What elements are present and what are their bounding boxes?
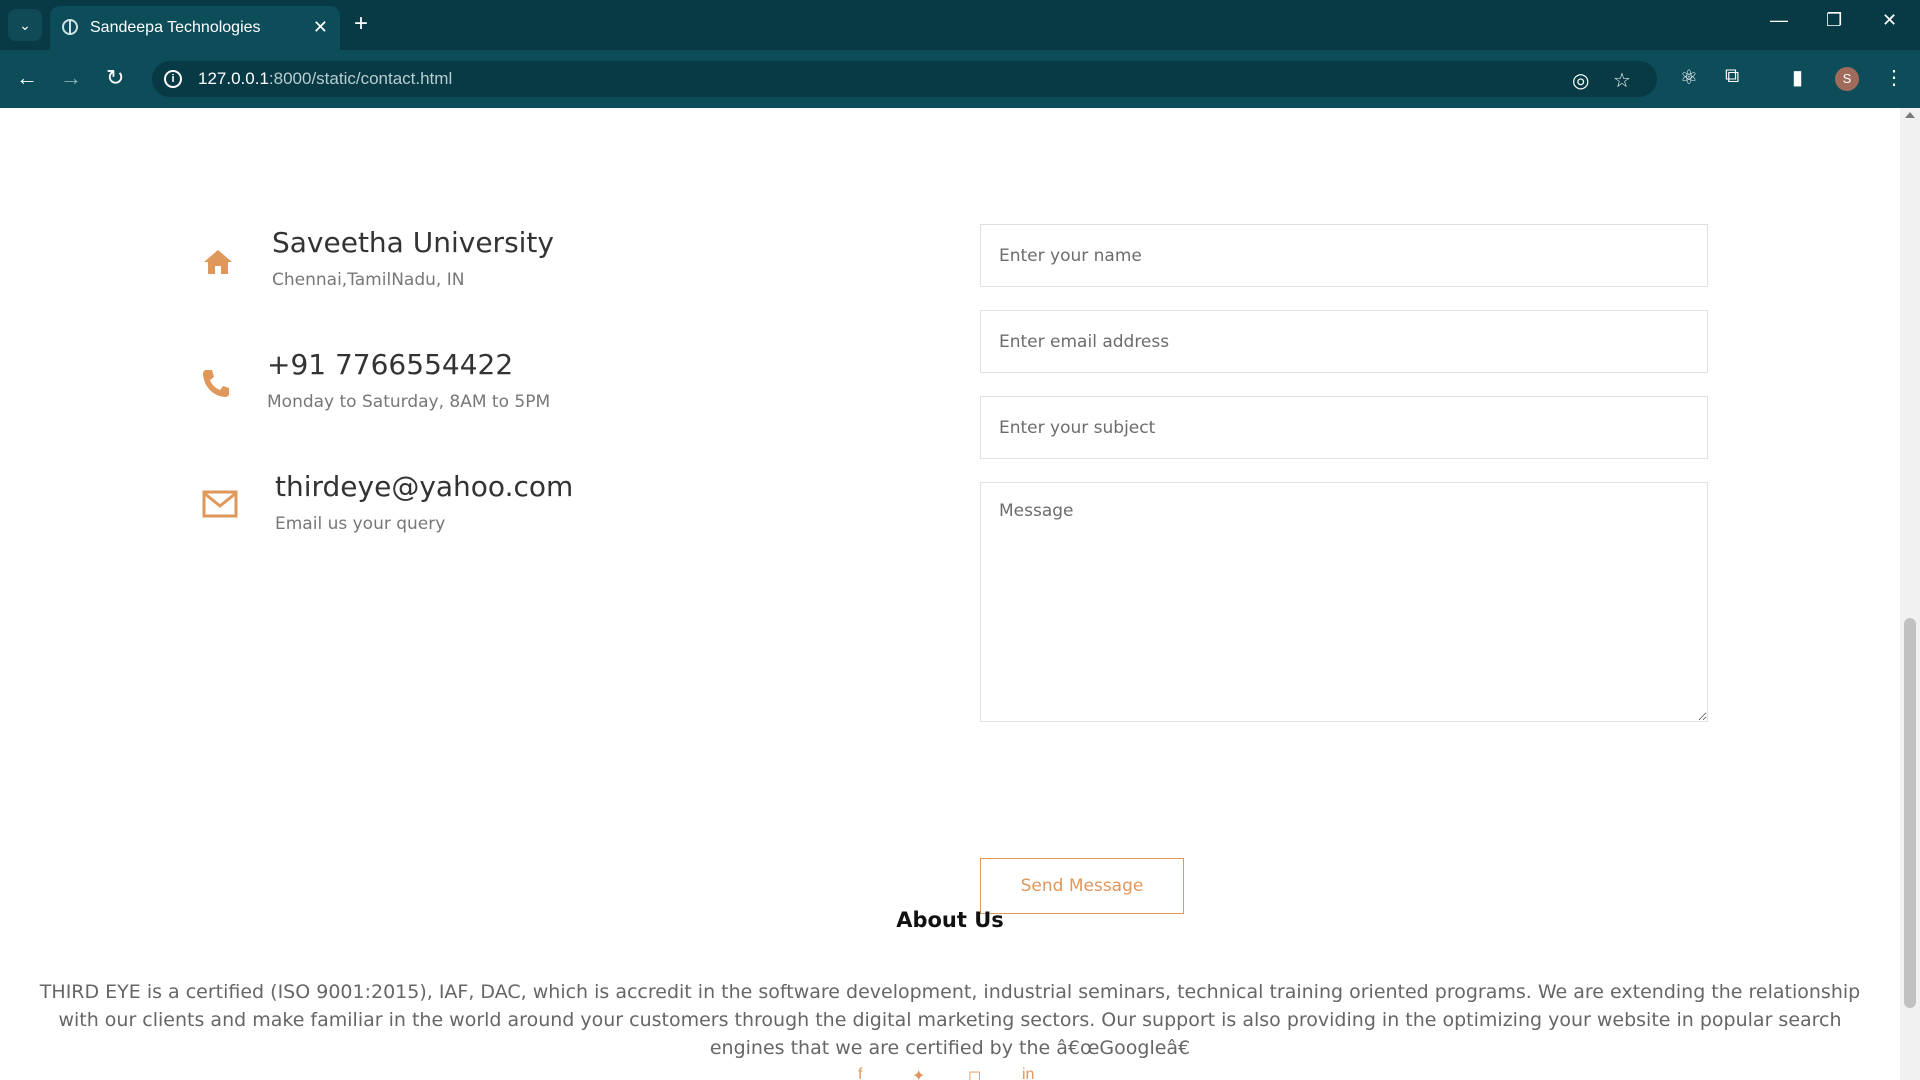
bookmark-star-icon[interactable]: ☆ (1613, 68, 1631, 93)
home-icon (204, 250, 232, 274)
scrollbar-thumb[interactable] (1904, 618, 1916, 1008)
message-textarea[interactable] (981, 483, 1707, 721)
subject-field[interactable] (980, 396, 1708, 459)
active-tab[interactable]: Sandeepa Technologies ✕ (50, 6, 340, 50)
address-title: Saveetha University (272, 226, 554, 259)
scroll-up-arrow-icon[interactable] (1905, 112, 1915, 118)
url-host: 127.0.0.1 (198, 69, 269, 88)
phone-subtitle: Monday to Saturday, 8AM to 5PM (267, 392, 551, 412)
extensions-puzzle-icon[interactable]: ⧉ (1725, 65, 1739, 88)
address-subtitle: Chennai,TamilNadu, IN (272, 270, 465, 290)
name-input[interactable] (981, 225, 1707, 286)
about-text: THIRD EYE is a certified (ISO 9001:2015)… (39, 981, 1861, 1059)
facebook-icon[interactable]: f (858, 1066, 862, 1080)
instagram-icon[interactable]: ◻ (968, 1066, 981, 1080)
send-message-button[interactable]: Send Message (980, 858, 1184, 914)
email-subtitle: Email us your query (275, 514, 446, 534)
restore-icon[interactable]: ❐ (1826, 10, 1842, 31)
message-field[interactable] (980, 482, 1708, 722)
subject-input[interactable] (981, 397, 1707, 458)
mail-icon (202, 490, 238, 518)
profile-avatar[interactable]: S (1835, 67, 1859, 91)
address-bar[interactable]: i 127.0.0.1:8000/static/contact.html ◎ ☆ (152, 61, 1657, 97)
tab-strip: ⌄ Sandeepa Technologies ✕ + — ❐ ✕ (0, 0, 1920, 50)
contact-page: Saveetha University Chennai,TamilNadu, I… (0, 108, 1900, 1080)
forward-button[interactable]: → (60, 66, 82, 90)
linkedin-icon[interactable]: in (1022, 1066, 1034, 1080)
tab-close-icon[interactable]: ✕ (313, 17, 328, 38)
about-title: About Us (896, 908, 1004, 932)
minimize-icon[interactable]: — (1770, 10, 1788, 31)
phone-icon (203, 370, 229, 397)
url-path: :8000/static/contact.html (268, 69, 453, 88)
new-tab-button[interactable]: + (354, 10, 368, 38)
reload-button[interactable]: ↻ (106, 66, 124, 90)
email-input[interactable] (981, 311, 1707, 372)
back-button[interactable]: ← (16, 66, 38, 90)
extension-atom-icon[interactable]: ⚛ (1680, 65, 1698, 90)
menu-kebab-icon[interactable]: ⋮ (1884, 65, 1904, 90)
email-field[interactable] (980, 310, 1708, 373)
name-field[interactable] (980, 224, 1708, 287)
globe-icon (62, 19, 78, 35)
email-title: thirdeye@yahoo.com (275, 470, 574, 503)
side-panel-icon[interactable]: ▮ (1792, 65, 1803, 90)
window-close-icon[interactable]: ✕ (1882, 10, 1897, 31)
page-scrollbar[interactable] (1900, 108, 1920, 1080)
tab-search-button[interactable]: ⌄ (8, 9, 42, 41)
tab-title: Sandeepa Technologies (90, 19, 261, 36)
twitter-icon[interactable]: ✦ (912, 1066, 925, 1080)
browser-toolbar: ← → ↻ i 127.0.0.1:8000/static/contact.ht… (0, 50, 1920, 108)
phone-title: +91 7766554422 (267, 348, 514, 381)
url-text[interactable]: 127.0.0.1:8000/static/contact.html (198, 69, 452, 89)
eye-off-icon[interactable]: ◎ (1572, 68, 1589, 93)
site-info-icon[interactable]: i (164, 70, 182, 88)
